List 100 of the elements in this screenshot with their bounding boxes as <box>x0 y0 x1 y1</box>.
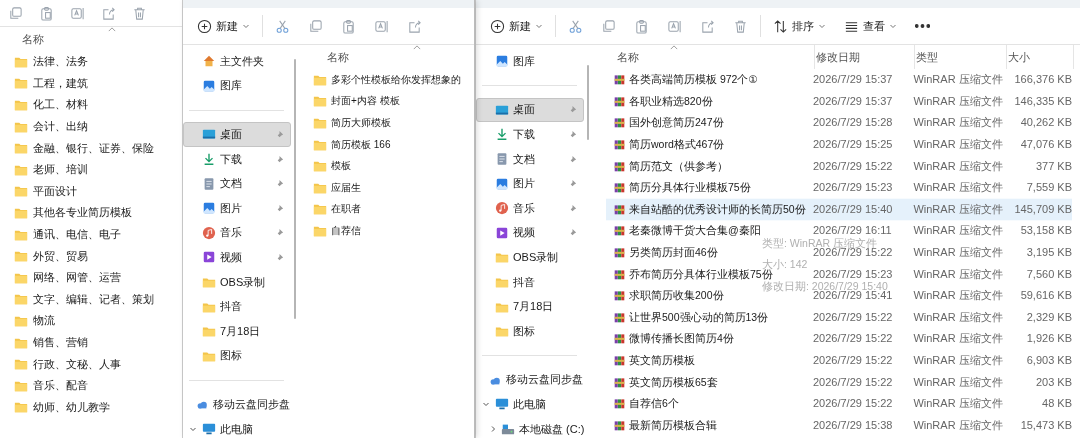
archive-icon <box>614 225 625 237</box>
nav-item[interactable]: 抖音 <box>183 294 291 319</box>
folder-name[interactable]: 平面设计 <box>33 183 77 199</box>
folder-name[interactable]: 销售、营销 <box>33 335 88 350</box>
file-row[interactable]: 乔布简历分具体行业模板75份 2026/7/29 15:23 WinRAR 压缩文件 7,560 KB <box>606 268 1072 280</box>
folder-name[interactable]: 外贸、贸易 <box>33 248 88 264</box>
nav-item[interactable]: 视频 <box>476 220 584 246</box>
nav-item[interactable]: 抖音 <box>476 269 584 295</box>
share-icon <box>407 18 422 34</box>
nav-item[interactable]: 移动云盘同步盘 <box>183 392 291 417</box>
pictures-icon <box>495 176 509 191</box>
nav-item[interactable]: 图片 <box>183 195 291 221</box>
folder-name[interactable]: 其他各专业简历模板 <box>33 205 132 221</box>
sort-button[interactable]: 排序 <box>767 15 832 37</box>
folder-name[interactable]: 应届生 <box>331 180 361 195</box>
nav-item[interactable]: OBS录制 <box>183 269 291 295</box>
chevron-icon[interactable] <box>489 425 497 433</box>
chevron-icon[interactable] <box>189 425 197 433</box>
nav-item[interactable]: 本地磁盘 (C:) <box>476 416 584 438</box>
music-icon <box>202 225 216 240</box>
nav-item[interactable]: 文档 <box>476 146 584 172</box>
file-row[interactable]: 国外创意简历247份 2026/7/29 15:28 WinRAR 压缩文件 40,262 KB <box>606 117 1072 129</box>
pin-icon[interactable] <box>568 154 577 164</box>
file-row[interactable]: 老秦微博干货大合集@秦阳 2026/7/29 16:11 WinRAR 压缩文件 53,158 KB <box>606 225 1072 237</box>
folder-name[interactable]: 简历模板 166 <box>331 137 391 152</box>
pin-icon[interactable] <box>568 203 577 213</box>
nav-item[interactable]: 图标 <box>476 318 584 344</box>
nav-item[interactable]: 音乐 <box>183 220 291 246</box>
nav-item[interactable]: OBS录制 <box>476 245 584 270</box>
folder-name[interactable]: 物流 <box>33 313 55 329</box>
column-header[interactable]: 类型 <box>915 45 1007 69</box>
new-button[interactable]: 新建 <box>484 15 549 37</box>
new-button[interactable]: 新建 <box>191 15 256 37</box>
column-header[interactable]: 大小 <box>1007 45 1074 69</box>
folder-name[interactable]: 自荐信 <box>331 223 361 238</box>
folder-name[interactable]: 网络、网管、运营 <box>33 270 121 286</box>
nav-item[interactable]: 移动云盘同步盘 <box>476 367 584 393</box>
file-row[interactable]: 简历分具体行业模板75份 2026/7/29 15:23 WinRAR 压缩文件 7,559 KB <box>606 182 1072 194</box>
file-row[interactable]: 简历word格式467份 2026/7/29 15:25 WinRAR 压缩文件 47,076 KB <box>606 139 1072 151</box>
folder-name[interactable]: 法律、法务 <box>33 54 88 70</box>
file-row[interactable]: 求职简历收集200份 2026/7/29 15:41 WinRAR 压缩文件 59,616 KB <box>606 290 1072 302</box>
folder-name[interactable]: 金融、银行、证券、保险 <box>33 140 154 156</box>
view-button[interactable]: 查看 <box>838 15 903 37</box>
file-row[interactable]: 英文简历模板65套 2026/7/29 15:22 WinRAR 压缩文件 203 KB <box>606 376 1072 388</box>
column-header[interactable]: 修改日期 <box>815 45 915 69</box>
chevron-icon[interactable] <box>482 400 490 409</box>
nav-item[interactable]: 图片 <box>476 171 584 196</box>
pin-icon[interactable] <box>275 179 284 189</box>
nav-item[interactable]: 桌面 <box>476 97 584 123</box>
nav-item[interactable]: 文档 <box>183 171 291 196</box>
folder-name[interactable]: 模板 <box>331 159 351 174</box>
pin-icon[interactable] <box>275 130 284 139</box>
nav-item[interactable]: 7月18日 <box>476 294 584 319</box>
file-row[interactable]: 英文简历模板 2026/7/29 15:22 WinRAR 压缩文件 6,903 KB <box>606 355 1072 366</box>
file-row[interactable]: 自荐信6个 2026/7/29 15:22 WinRAR 压缩文件 48 KB <box>606 398 1072 410</box>
folder-name[interactable]: 多彩个性模板给你发挥想象的 <box>331 72 461 87</box>
nav-item[interactable]: 下载 <box>183 146 291 172</box>
file-row[interactable]: 各类高端简历模板 972个① 2026/7/29 15:37 WinRAR 压缩文件 166,376 KB <box>606 74 1072 86</box>
folder-name[interactable]: 在职者 <box>331 202 361 217</box>
nav-item[interactable]: 7月18日 <box>183 318 291 344</box>
file-row[interactable]: 最新简历模板合辑 2026/7/29 15:38 WinRAR 压缩文件 15,473 KB <box>606 419 1072 431</box>
folder-name[interactable]: 老师、培训 <box>33 162 88 178</box>
type-cell-text: WinRAR 压缩文件 <box>912 74 1004 86</box>
pin-icon[interactable] <box>275 252 284 262</box>
nav-item[interactable]: 此电脑 <box>183 416 291 438</box>
pin-icon[interactable] <box>275 154 284 164</box>
pin-icon[interactable] <box>568 105 577 115</box>
column-header[interactable]: 名称 <box>327 49 349 65</box>
pin-icon[interactable] <box>275 228 284 238</box>
file-row[interactable]: 让世界500强心动的简历13份 2026/7/29 15:22 WinRAR 压缩文件 2,329 KB <box>606 311 1072 323</box>
folder-name[interactable]: 工程，建筑 <box>33 75 88 91</box>
folder-name[interactable]: 化工、材料 <box>33 97 88 113</box>
folder-name[interactable]: 行政、文秘、人事 <box>33 356 121 372</box>
column-header[interactable]: 名称 <box>616 45 815 69</box>
file-row[interactable]: 另类简历封面46份 2026/7/29 15:22 WinRAR 压缩文件 3,195 KB <box>606 247 1072 259</box>
nav-item[interactable]: 下载 <box>476 122 584 147</box>
nav-item[interactable]: 视频 <box>183 245 291 270</box>
pin-icon[interactable] <box>568 130 577 139</box>
folder-name[interactable]: 简历大师模板 <box>331 116 391 130</box>
pin-icon[interactable] <box>568 179 577 189</box>
pin-icon[interactable] <box>568 228 577 238</box>
nav-item[interactable]: 图库 <box>476 49 584 74</box>
folder-name[interactable]: 封面+内容 模板 <box>331 94 400 109</box>
folder-name[interactable]: 会计、出纳 <box>33 119 88 135</box>
nav-item[interactable]: 主文件夹 <box>183 49 291 74</box>
nav-item[interactable]: 桌面 <box>183 122 291 147</box>
file-row[interactable]: 微博传播长图简历4份 2026/7/29 15:22 WinRAR 压缩文件 1,926 KB <box>606 333 1072 345</box>
folder-name[interactable]: 音乐、配音 <box>33 378 88 394</box>
pin-icon[interactable] <box>275 203 284 213</box>
file-row[interactable]: 简历范文（供参考） 2026/7/29 15:22 WinRAR 压缩文件 377 KB <box>606 160 1072 172</box>
nav-item[interactable]: 图标 <box>183 343 291 369</box>
file-row[interactable]: 各职业精选820份 2026/7/29 15:37 WinRAR 压缩文件 146,335 KB <box>606 95 1072 107</box>
column-header[interactable]: 名称 <box>22 31 44 47</box>
nav-item[interactable]: 图库 <box>183 73 291 99</box>
folder-name[interactable]: 文字、编辑、记者、策划 <box>33 291 154 307</box>
nav-item[interactable]: 此电脑 <box>476 392 584 417</box>
folder-name[interactable]: 通讯、电信、电子 <box>33 227 121 243</box>
nav-item[interactable]: 音乐 <box>476 195 584 221</box>
date-cell-text: 2026/7/29 15:22 <box>811 398 894 410</box>
folder-name[interactable]: 幼师、幼儿教学 <box>33 399 110 415</box>
